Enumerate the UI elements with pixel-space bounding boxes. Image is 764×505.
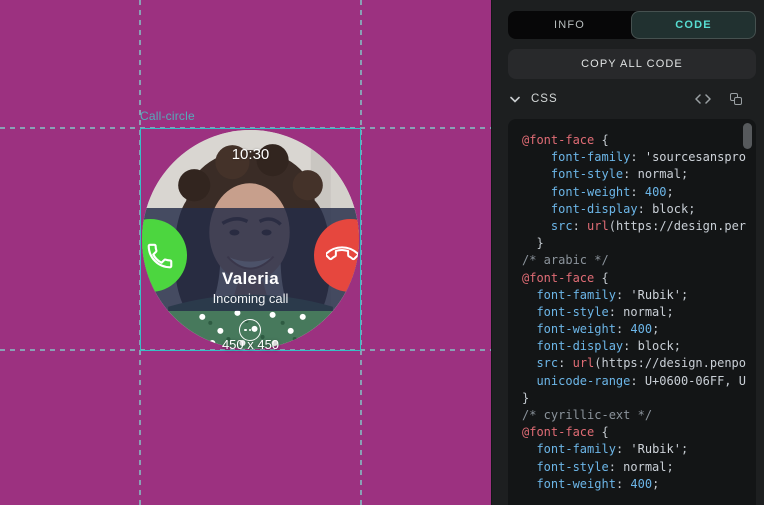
- css-code-text: @font-face { font-family: 'sourcesanspro…: [522, 132, 756, 493]
- css-section-header: CSS: [508, 79, 756, 119]
- design-canvas[interactable]: Call-circle: [0, 0, 491, 505]
- call-status-text: Incoming call: [142, 291, 359, 306]
- chevron-down-icon[interactable]: [508, 94, 522, 105]
- code-brackets-icon[interactable]: [695, 94, 711, 104]
- css-code-block: @font-face { font-family: 'sourcesanspro…: [508, 119, 756, 505]
- selection-size-badge: 450 x 450: [140, 337, 361, 352]
- copy-all-code-button[interactable]: COPY ALL CODE: [508, 49, 756, 79]
- inspect-panel: INFO CODE COPY ALL CODE CSS @font-face {…: [491, 0, 764, 505]
- app-window: Call-circle: [0, 0, 764, 505]
- phone-decline-icon: [326, 240, 358, 272]
- call-circle-component[interactable]: 10:30 Valeria Incoming call: [140, 128, 361, 351]
- scrollbar-thumb[interactable]: [743, 123, 752, 149]
- css-section-title: CSS: [531, 93, 558, 105]
- panel-tab-strip: INFO CODE: [508, 11, 756, 39]
- tab-info[interactable]: INFO: [508, 11, 631, 39]
- phone-answer-icon: [145, 241, 175, 271]
- caller-name: Valeria: [142, 269, 359, 289]
- selected-layer-label[interactable]: Call-circle: [140, 109, 195, 123]
- call-time: 10:30: [142, 146, 359, 163]
- incoming-call-avatar: 10:30 Valeria Incoming call: [142, 130, 359, 349]
- tab-code[interactable]: CODE: [631, 11, 756, 39]
- copy-icon[interactable]: [730, 93, 746, 105]
